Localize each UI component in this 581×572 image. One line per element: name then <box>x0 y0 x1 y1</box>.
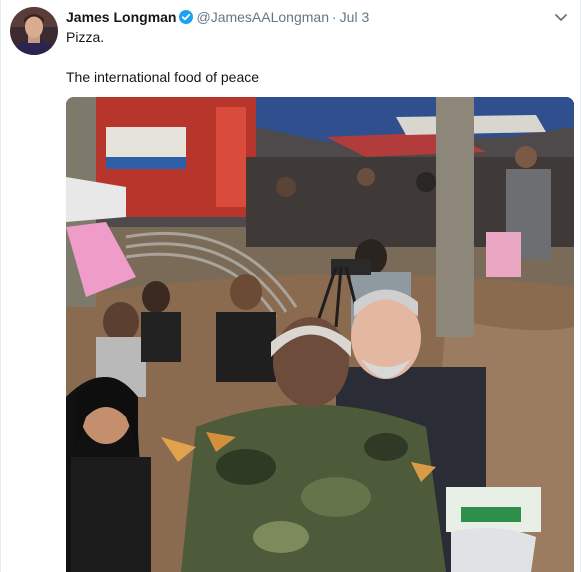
verified-badge-icon <box>179 10 194 28</box>
author-handle[interactable]: @JamesAALongman <box>196 9 329 25</box>
tweet-text-line: The international food of peace <box>66 69 260 85</box>
tweet-date[interactable]: Jul 3 <box>340 9 370 25</box>
tweet-header: James Longman @JamesAALongman · Jul 3 <box>66 8 540 26</box>
avatar[interactable] <box>10 7 58 55</box>
tweet-text: Pizza. The international food of peace <box>66 28 566 86</box>
avatar-image <box>10 7 58 55</box>
tweet-text-line: Pizza. <box>66 29 105 45</box>
tweet-card[interactable]: James Longman @JamesAALongman · Jul 3 Pizza… <box>0 0 581 572</box>
author-name[interactable]: James Longman <box>66 9 176 25</box>
tweet-photo[interactable] <box>66 97 574 572</box>
separator-dot: · <box>332 9 337 25</box>
chevron-down-icon[interactable] <box>554 10 568 21</box>
photo-scene <box>66 97 574 572</box>
